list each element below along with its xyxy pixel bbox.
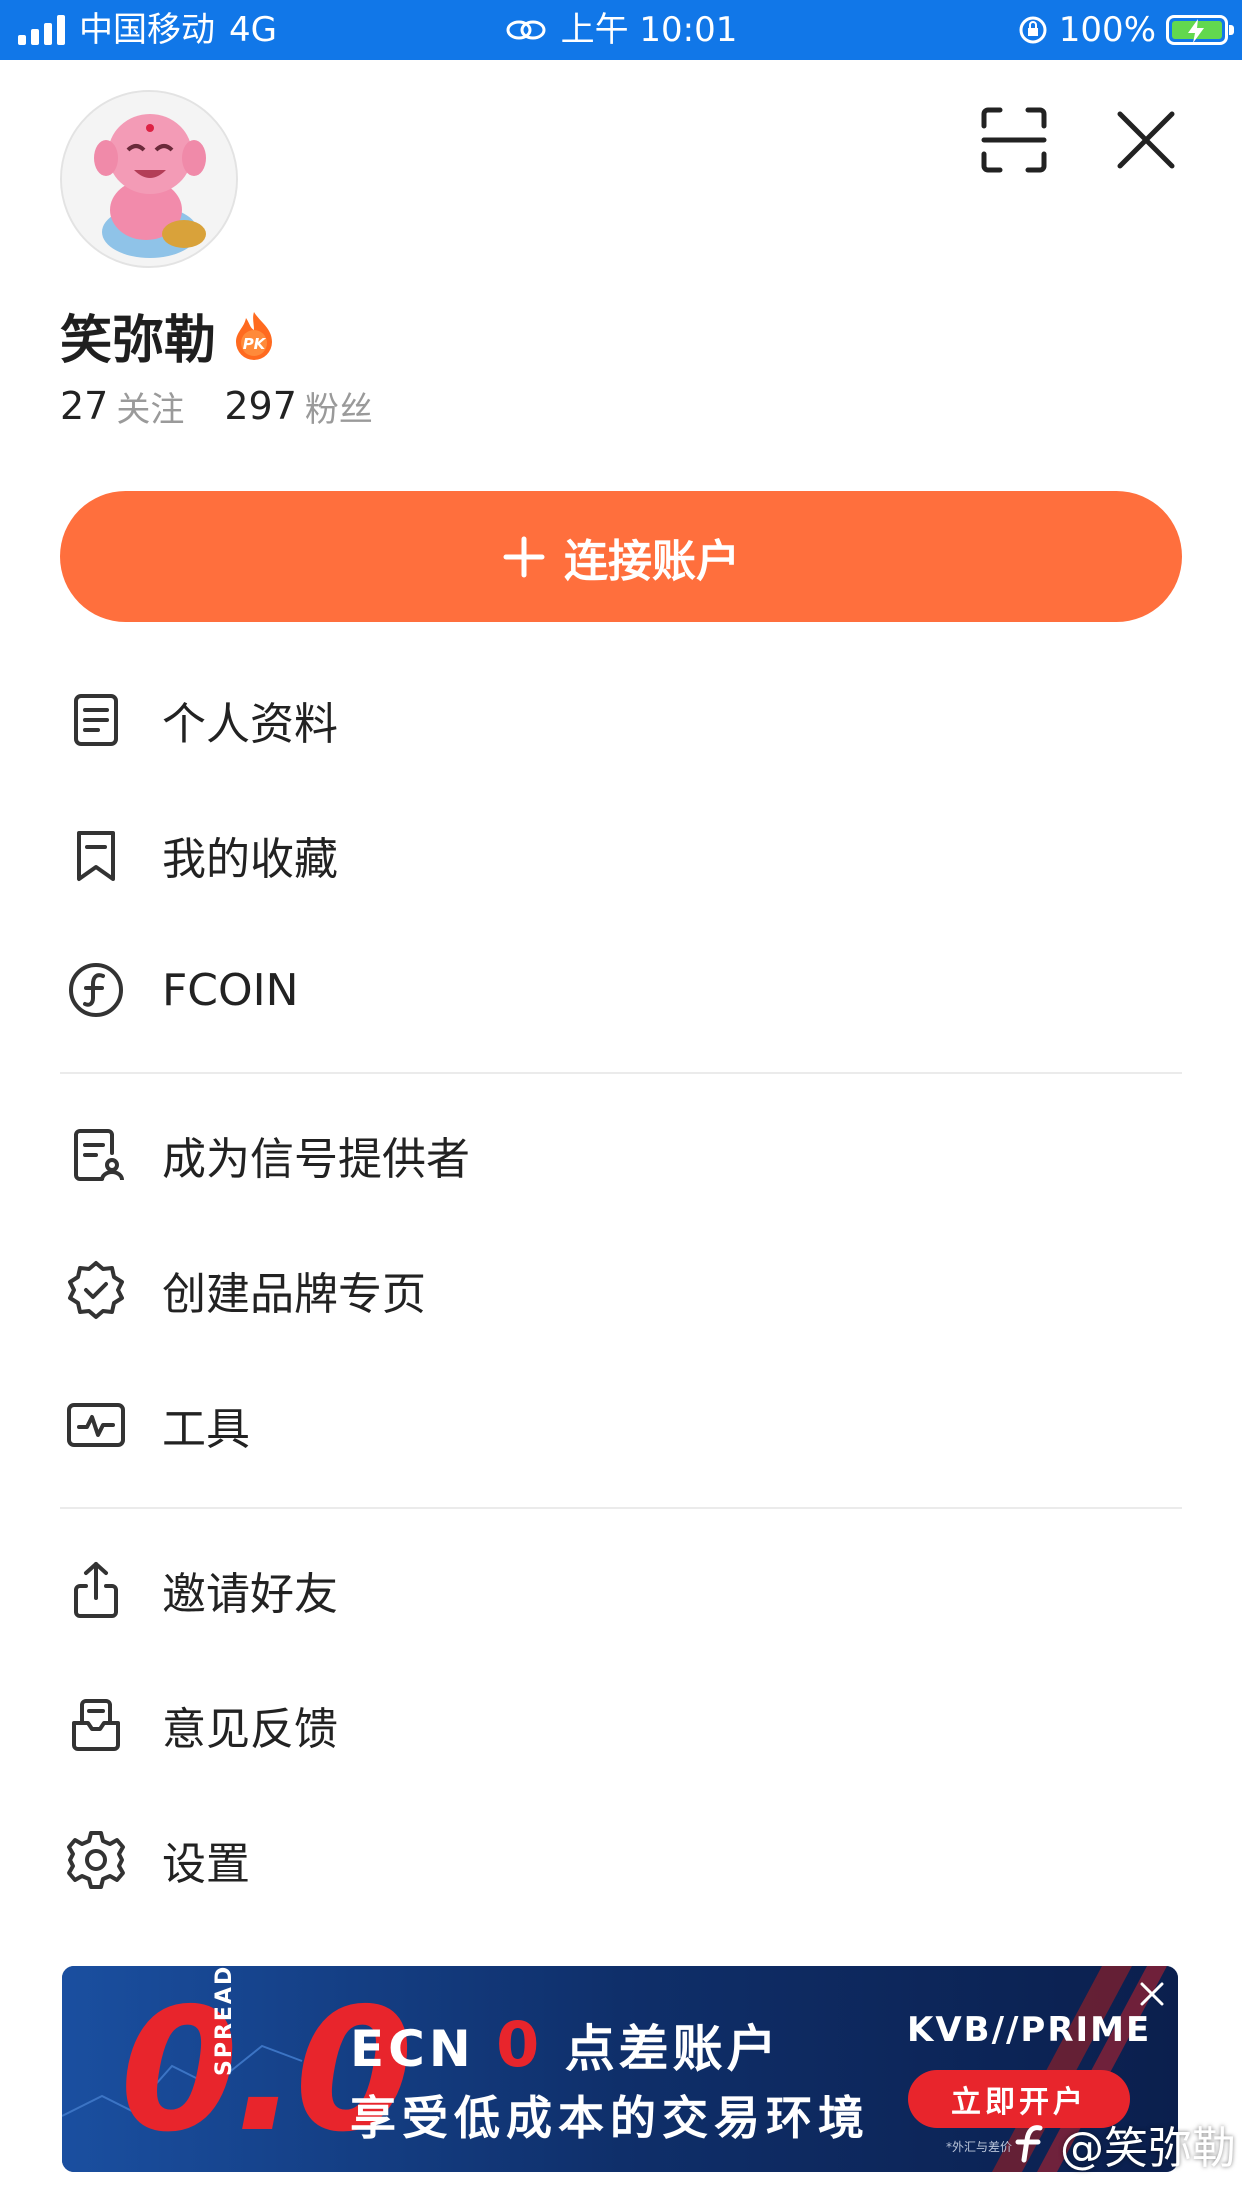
menu-label: 我的收藏 — [162, 834, 338, 885]
menu-item-signal-provider[interactable]: 成为信号提供者 — [60, 1100, 1182, 1210]
link-icon — [506, 20, 546, 40]
banner-fine-print: *外汇与差价 — [946, 2140, 1013, 2154]
connect-account-label: 连接账户 — [564, 535, 740, 587]
menu-label: 意见反馈 — [162, 1704, 338, 1755]
share-icon — [74, 1562, 118, 1618]
pk-badge-text: PK — [243, 335, 267, 353]
menu-item-settings[interactable]: 设置 — [60, 1805, 1182, 1915]
menu-divider — [60, 1507, 1182, 1509]
orientation-lock-icon — [1019, 16, 1047, 44]
pk-flame-badge-icon: PK — [236, 312, 273, 360]
banner-close-icon[interactable] — [1132, 1974, 1172, 2014]
status-time: 上午 10:01 — [560, 10, 738, 50]
follow-stats: 27 关注 297 粉丝 — [60, 376, 373, 436]
menu-label: FCOIN — [162, 964, 299, 1016]
avatar[interactable] — [60, 90, 238, 268]
followers-label[interactable]: 粉丝 — [305, 382, 373, 431]
menu-label: 工具 — [162, 1404, 250, 1455]
menu-label: 邀请好友 — [162, 1569, 338, 1620]
menu-label: 设置 — [162, 1839, 250, 1890]
menu-label: 成为信号提供者 — [162, 1134, 470, 1185]
banner-brand-logo: KVB//PRIME — [907, 2010, 1152, 2050]
following-label[interactable]: 关注 — [116, 382, 184, 431]
menu-item-invite-friends[interactable]: 邀请好友 — [60, 1535, 1182, 1645]
following-count[interactable]: 27 — [60, 384, 108, 428]
banner-subtitle: 享受低成本的交易环境 — [350, 2091, 870, 2145]
banner-title-prefix: ECN — [350, 2020, 475, 2078]
verified-badge-icon — [68, 1261, 124, 1319]
menu-item-tools[interactable]: 工具 — [60, 1370, 1182, 1480]
profile-doc-icon — [74, 694, 118, 746]
tools-chart-icon — [67, 1403, 125, 1447]
connect-account-button[interactable]: 连接账户 — [60, 491, 1182, 622]
banner-title-zero: 0 — [496, 2008, 544, 2081]
watermark-text: @笑弥勒 — [1060, 2123, 1236, 2174]
menu-divider — [60, 1072, 1182, 1074]
banner-spreads-text: SPREADS — [212, 1966, 237, 2076]
menu-label: 个人资料 — [162, 699, 338, 750]
banner-title-suffix: 点差账户 — [564, 2020, 781, 2078]
close-icon[interactable] — [1110, 104, 1182, 176]
settings-gear-icon — [67, 1831, 125, 1889]
username-row: 笑弥勒 PK — [60, 300, 276, 371]
battery-charging-icon — [1166, 15, 1234, 45]
feedback-icon — [72, 1699, 120, 1751]
menu-item-fcoin[interactable]: FCOIN — [60, 935, 1182, 1045]
status-bar: 中国移动 4G 上午 10:01 100% — [0, 0, 1242, 60]
fcoin-icon — [69, 963, 123, 1017]
watermark: @笑弥勒 — [1010, 2112, 1236, 2176]
bookmark-icon — [77, 831, 115, 881]
username: 笑弥勒 — [60, 310, 217, 371]
plus-icon — [503, 536, 545, 577]
menu-item-feedback[interactable]: 意见反馈 — [60, 1670, 1182, 1780]
menu-label: 创建品牌专页 — [162, 1269, 426, 1320]
avatar-image — [62, 92, 236, 266]
menu-item-profile[interactable]: 个人资料 — [60, 665, 1182, 775]
battery-percent: 100% — [1058, 10, 1156, 50]
menu-item-favorites[interactable]: 我的收藏 — [60, 800, 1182, 910]
menu-item-brand-page[interactable]: 创建品牌专页 — [60, 1235, 1182, 1345]
signal-provider-icon — [74, 1129, 124, 1181]
banner-title: ECN 0 点差账户 — [350, 2008, 781, 2081]
followers-count[interactable]: 297 — [224, 384, 297, 428]
scan-icon[interactable] — [978, 104, 1050, 176]
watermark-logo-icon — [1015, 2125, 1043, 2163]
